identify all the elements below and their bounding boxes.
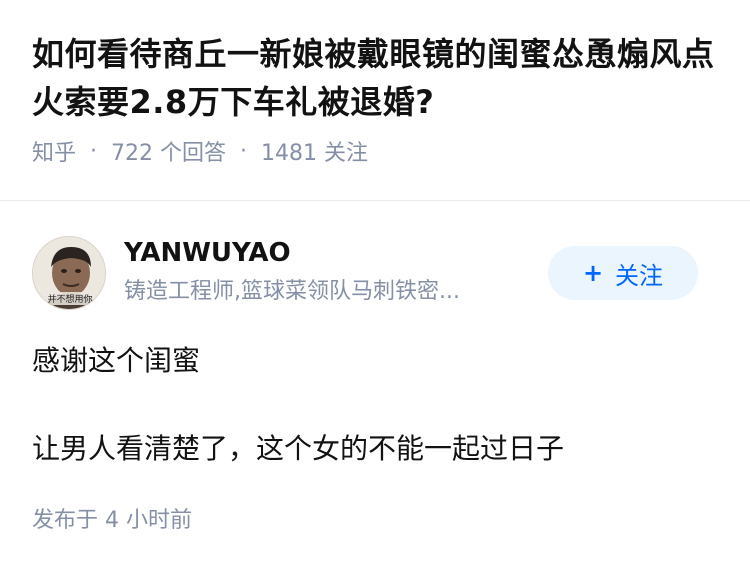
author-info: 并不想用你 YANWUYAO 铸造工程师,篮球菜领队马刺铁密... + 关注	[32, 236, 718, 312]
follow-count: 1481 关注	[261, 141, 368, 166]
author-bio: 铸造工程师,篮球菜领队马刺铁密...	[124, 279, 460, 304]
meta-separator: ·	[240, 138, 248, 164]
meta-separator: ·	[90, 138, 98, 164]
question-meta: 知乎 · 722 个回答 · 1481 关注	[32, 134, 718, 168]
answer-content: 感谢这个闺蜜 让男人看清楚了，这个女的不能一起过日子	[32, 340, 718, 470]
source-label[interactable]: 知乎	[32, 135, 76, 167]
question-title[interactable]: 如何看待商丘一新娘被戴眼镜的闺蜜怂恿煽风点火索要2.8万下车礼被退婚?	[32, 30, 718, 126]
follow-button[interactable]: + 关注	[548, 246, 698, 300]
follow-button-label: 关注	[615, 261, 664, 290]
avatar-caption: 并不想用你	[47, 293, 92, 305]
divider	[0, 200, 750, 201]
answer-paragraph: 感谢这个闺蜜	[32, 344, 201, 377]
publish-time: 发布于 4 小时前	[32, 508, 192, 533]
author-name[interactable]: YANWUYAO	[124, 236, 291, 270]
plus-icon: +	[582, 259, 604, 287]
question-header: 如何看待商丘一新娘被戴眼镜的闺蜜怂恿煽风点火索要2.8万下车礼被退婚? 知乎 ·…	[0, 0, 750, 168]
avatar-image: 并不想用你	[33, 237, 105, 309]
answer-paragraph: 让男人看清楚了，这个女的不能一起过日子	[32, 432, 565, 465]
page: 如何看待商丘一新娘被戴眼镜的闺蜜怂恿煽风点火索要2.8万下车礼被退婚? 知乎 ·…	[0, 0, 750, 574]
avatar[interactable]: 并不想用你	[32, 236, 106, 310]
answer-count[interactable]: 722 个回答	[111, 135, 226, 167]
